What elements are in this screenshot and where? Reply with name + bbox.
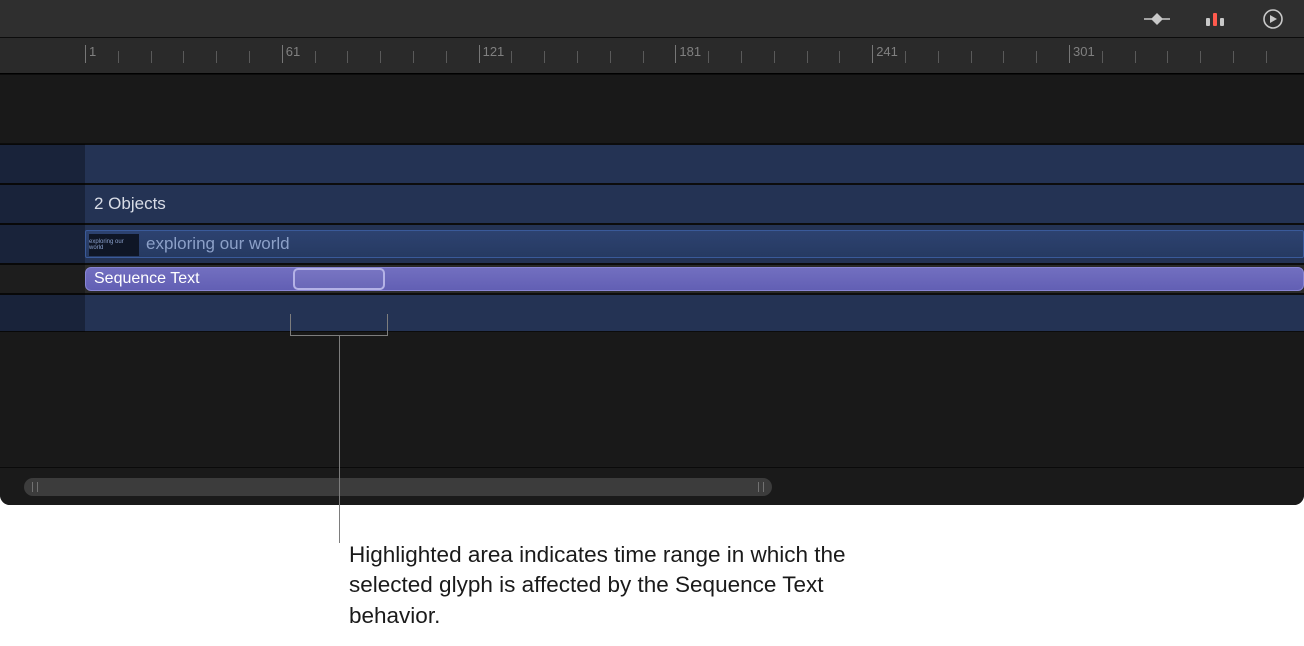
horizontal-scrollbar-track[interactable] [0,467,1304,505]
ruler-major-tick [1069,45,1070,63]
markers-icon[interactable] [1200,8,1230,30]
ruler-minor-tick [774,51,775,63]
ruler-minor-tick [413,51,414,63]
ruler-minor-tick [511,51,512,63]
ruler-minor-tick [643,51,644,63]
ruler-minor-tick [1200,51,1201,63]
annotation-text: Highlighted area indicates time range in… [349,540,909,631]
ruler-minor-tick [577,51,578,63]
ruler-major-tick [675,45,676,63]
ruler-minor-tick [905,51,906,63]
text-layer-name: exploring our world [146,234,290,254]
ruler-minor-tick [1135,51,1136,63]
ruler-minor-tick [839,51,840,63]
ruler-tick-label: 181 [679,44,701,59]
ruler-tick-label: 301 [1073,44,1095,59]
ruler-tick-label: 241 [876,44,898,59]
track-bottom-spacer [0,332,1304,466]
ruler-minor-tick [1003,51,1004,63]
text-layer-thumbnail: exploring our world [89,234,139,256]
ruler-minor-tick [1036,51,1037,63]
ruler-minor-tick [971,51,972,63]
behavior-track[interactable]: Sequence Text [0,264,1304,294]
ruler-minor-tick [216,51,217,63]
sequence-text-bar[interactable] [85,267,1304,291]
ruler-major-tick [282,45,283,63]
ruler-minor-tick [1266,51,1267,63]
track-area: 2 Objects exploring our world exploring … [0,74,1304,466]
timeline-panel: 1 61 121 181 241 301 2 Objects exploring our … [0,0,1304,505]
ruler-minor-tick [446,51,447,63]
ruler-minor-tick [741,51,742,63]
ruler-minor-tick [544,51,545,63]
ruler-major-tick [479,45,480,63]
ruler-minor-tick [1167,51,1168,63]
ruler-minor-tick [938,51,939,63]
behavior-label: Sequence Text [94,270,200,288]
ruler-minor-tick [807,51,808,63]
ruler-minor-tick [1233,51,1234,63]
ruler-major-tick [85,45,86,63]
track-spacer [0,74,1304,144]
ruler-minor-tick [347,51,348,63]
keyframe-icon[interactable] [1142,8,1172,30]
glyph-time-range-highlight[interactable] [293,268,385,290]
ruler-minor-tick [249,51,250,63]
ruler-tick-label: 1 [89,44,96,59]
ruler-tick-label: 61 [286,44,300,59]
ruler-minor-tick [315,51,316,63]
ruler-minor-tick [183,51,184,63]
ruler-minor-tick [118,51,119,63]
group-objects-bar[interactable]: 2 Objects [0,184,1304,224]
ruler-minor-tick [380,51,381,63]
thumbnail-preview-text: exploring our world [89,239,139,251]
playback-zoom-icon[interactable] [1258,8,1288,30]
ruler-minor-tick [610,51,611,63]
objects-count-label: 2 Objects [94,194,166,214]
timeline-toolbar [0,0,1304,38]
text-layer-track[interactable]: exploring our world exploring our world [0,224,1304,264]
horizontal-scrollbar-thumb[interactable] [24,478,772,496]
ruler-minor-tick [151,51,152,63]
time-ruler[interactable]: 1 61 121 181 241 301 [0,38,1304,74]
group-footer-bar[interactable] [0,294,1304,332]
ruler-major-tick [872,45,873,63]
group-track-bar[interactable] [0,144,1304,184]
ruler-minor-tick [708,51,709,63]
ruler-minor-tick [1102,51,1103,63]
ruler-tick-label: 121 [483,44,505,59]
